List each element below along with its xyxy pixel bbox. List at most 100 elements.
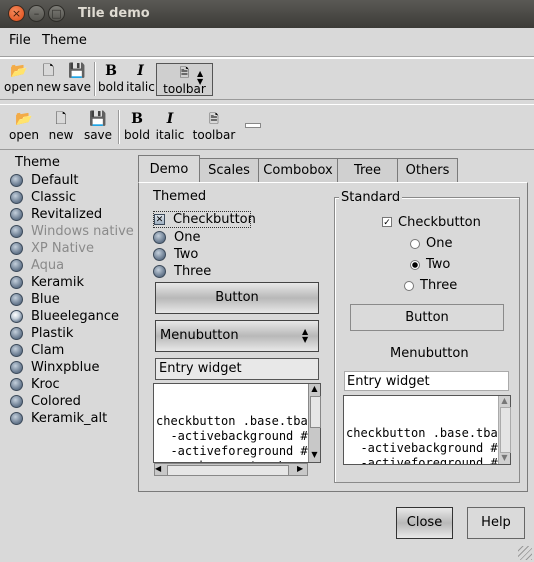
toolbar2-toolbar-button[interactable]: 🗎 toolbar	[190, 110, 238, 142]
window-minimize-button[interactable]: –	[28, 5, 45, 22]
toolbar2-bold-button[interactable]: Bbold	[122, 110, 152, 142]
toolbar1-italic-label: italic	[126, 80, 155, 94]
standard-text[interactable]: checkbutton .base.tbar -activebackground…	[343, 395, 511, 465]
toolbar2-new-button[interactable]: 🗋 new	[45, 110, 77, 142]
menu-file[interactable]: File	[9, 33, 31, 48]
themed-radio-three[interactable]: Three	[153, 263, 211, 280]
theme-option-label: Revitalized	[31, 207, 103, 222]
text-line: -activebackground #d	[156, 429, 315, 443]
menu-theme[interactable]: Theme	[42, 33, 87, 48]
window-close-button[interactable]: ×	[8, 5, 25, 22]
theme-option[interactable]: Aqua	[10, 257, 64, 274]
radio-indicator-icon	[10, 225, 23, 238]
theme-option[interactable]: Blue	[10, 291, 60, 308]
theme-option-label: Windows native	[31, 224, 134, 239]
toolbar2-italic-button[interactable]: Iitalic	[154, 110, 186, 142]
themed-text-hthumb[interactable]	[167, 465, 289, 476]
checkbox-checked-icon: ✓	[382, 217, 392, 228]
toolbar1-new-button[interactable]: 🗋 new	[35, 62, 62, 94]
theme-option-label: Plastik	[31, 326, 74, 341]
theme-option[interactable]: Classic	[10, 189, 76, 206]
toolbar1-toolbar-menubutton[interactable]: 🗎 toolbar ▲ ▼	[156, 63, 213, 96]
theme-option-label: Blueelegance	[31, 309, 119, 324]
toolbar1-open-button[interactable]: 📂 open	[4, 62, 34, 94]
theme-option-label: Kroc	[31, 377, 60, 392]
window-maximize-button[interactable]: □	[48, 5, 65, 22]
toolbar2-save-button[interactable]: 💾 save	[80, 110, 116, 142]
theme-option[interactable]: Winxpblue	[10, 359, 99, 376]
standard-radio-one[interactable]: One	[410, 236, 470, 253]
theme-option[interactable]: Plastik	[10, 325, 73, 342]
theme-option[interactable]: XP Native	[10, 240, 94, 257]
tab-scales[interactable]: Scales	[199, 158, 259, 182]
themed-radio-one[interactable]: One	[153, 229, 200, 246]
standard-radio-two[interactable]: Two	[410, 257, 470, 274]
theme-option[interactable]: Keramik_alt	[10, 410, 107, 427]
toolbar1-save-label: save	[62, 80, 92, 94]
themed-label: Themed	[153, 189, 207, 204]
themed-text-vscrollbar[interactable]: ▲ ▼	[308, 384, 321, 462]
standard-entry[interactable]: Entry widget	[344, 371, 509, 391]
themed-checkbutton-label: Checkbutton	[173, 212, 256, 227]
text-line: -activeforeground #0	[156, 444, 315, 458]
tab-demo[interactable]: Demo	[138, 155, 200, 183]
radio-indicator-icon	[10, 412, 23, 425]
themed-text[interactable]: checkbutton .base.tba -activebackground …	[153, 383, 321, 463]
standard-radio-three[interactable]: Three	[404, 278, 464, 295]
themed-menubutton[interactable]: Menubutton ▲ ▼	[155, 320, 319, 352]
tab-tree[interactable]: Tree	[337, 158, 398, 182]
theme-option[interactable]: Default	[10, 172, 79, 189]
tab-others[interactable]: Others	[397, 158, 458, 182]
toolbar1-bold-label: bold	[98, 80, 124, 94]
theme-option-label: XP Native	[31, 241, 94, 256]
themed-checkbutton[interactable]: ✕ Checkbutton	[153, 211, 256, 228]
theme-option-label: Keramik	[31, 275, 84, 290]
new-file-icon: 🗋	[42, 63, 55, 79]
themed-text-hscrollbar[interactable]: ◀ ▶	[154, 463, 308, 476]
document-icon: 🗎	[179, 66, 190, 80]
bold-icon: B	[131, 111, 143, 127]
close-button[interactable]: Close	[396, 507, 453, 539]
standard-radio-label: Three	[420, 278, 458, 293]
theme-option[interactable]: Revitalized	[10, 206, 102, 223]
toolbar2-open-label: open	[9, 128, 39, 142]
standard-text-vthumb[interactable]	[500, 407, 511, 453]
theme-option[interactable]: Windows native	[10, 223, 134, 240]
italic-icon: I	[137, 63, 144, 79]
toolbar2-separator	[118, 110, 120, 144]
radio-indicator-icon	[10, 310, 23, 323]
maximize-icon: □	[51, 7, 62, 20]
theme-option[interactable]: Keramik	[10, 274, 84, 291]
toolbar1-bold-button[interactable]: Bbold	[97, 62, 125, 94]
theme-option-label: Keramik_alt	[31, 411, 108, 426]
theme-option[interactable]: Colored	[10, 393, 81, 410]
tab-combobox[interactable]: Combobox	[258, 158, 338, 182]
standard-checkbutton[interactable]: ✓ Checkbutton	[382, 215, 482, 232]
theme-option-label: Aqua	[31, 258, 65, 273]
themed-radio-two[interactable]: Two	[153, 246, 198, 263]
standard-menubutton[interactable]: Menubutton	[390, 346, 469, 361]
toolbar1-open-label: open	[4, 80, 34, 94]
text-line: -activeforeground #0	[346, 456, 505, 465]
themed-text-vthumb[interactable]	[310, 396, 321, 428]
toolbar1-save-button[interactable]: 💾 save	[62, 62, 92, 94]
themed-entry[interactable]: Entry widget	[155, 358, 319, 380]
toolbar2-toolbar-label: toolbar	[192, 128, 236, 142]
help-button[interactable]: Help	[467, 507, 525, 539]
themed-radio-label: Three	[174, 264, 212, 279]
toolbar2-open-button[interactable]: 📂 open	[6, 110, 42, 142]
themed-button[interactable]: Button	[155, 282, 319, 314]
scroll-up-icon: ▲	[501, 396, 508, 405]
radio-indicator-icon	[10, 395, 23, 408]
toolbar1-italic-button[interactable]: Iitalic	[125, 62, 156, 94]
standard-text-vscrollbar[interactable]: ▲ ▼	[498, 396, 511, 464]
resize-grip[interactable]	[518, 546, 532, 560]
theme-option[interactable]: Clam	[10, 342, 64, 359]
scroll-down-icon: ▼	[311, 450, 318, 459]
radio-indicator-icon	[10, 242, 23, 255]
standard-button[interactable]: Button	[350, 304, 504, 331]
theme-option[interactable]: Blueelegance	[10, 308, 119, 325]
toolbar2-handle[interactable]	[245, 123, 261, 128]
theme-option[interactable]: Kroc	[10, 376, 60, 393]
italic-icon: I	[166, 111, 174, 127]
